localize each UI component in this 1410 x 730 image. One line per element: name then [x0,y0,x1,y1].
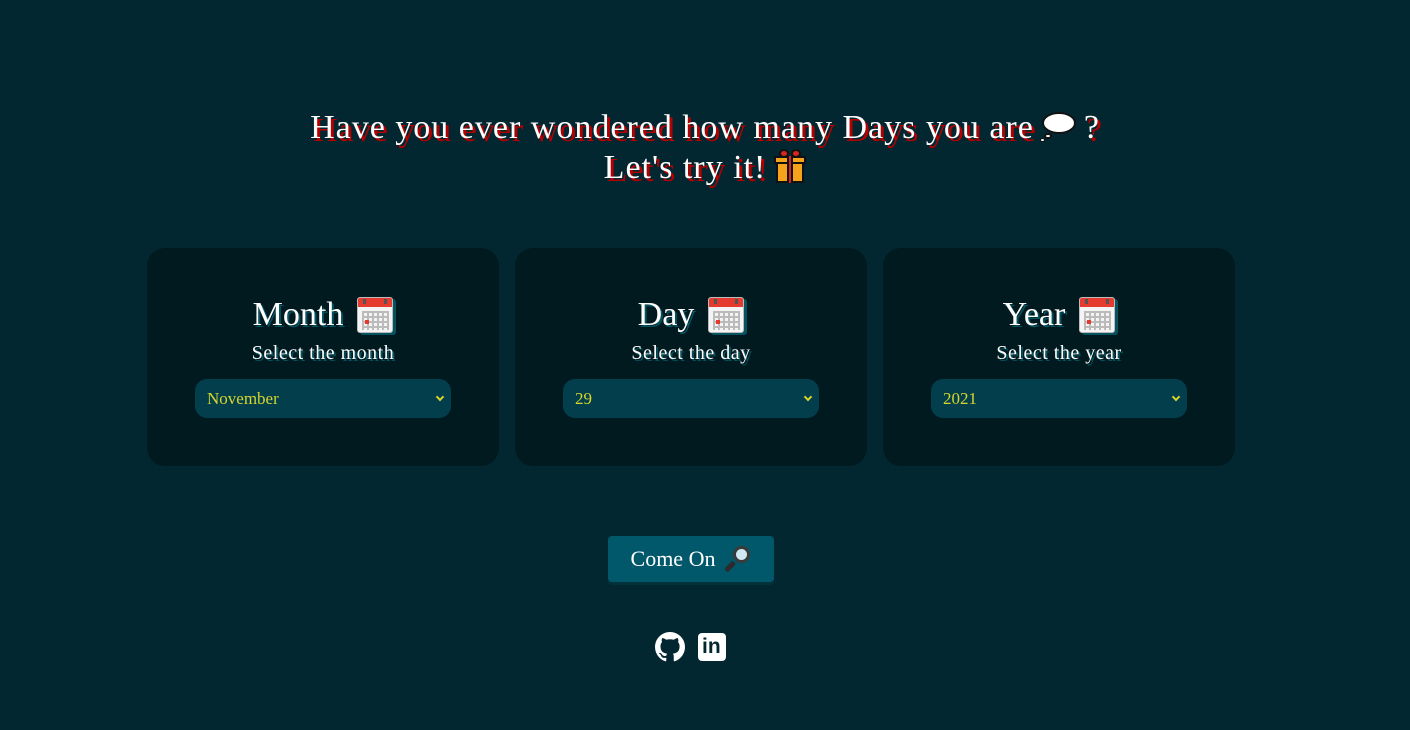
year-select-value: 2021 [943,389,977,408]
page: Have you ever wondered how many Days you… [0,0,1410,730]
heading-question-mark: ? [1083,109,1100,146]
github-icon[interactable] [655,632,685,662]
month-card: Month Select the month November [147,248,499,466]
year-card: Year Select the year 2021 [883,248,1235,466]
page-heading: Have you ever wondered how many Days you… [0,108,1410,188]
day-select-value: 29 [575,389,592,408]
linkedin-glyph: in [702,635,721,658]
heading-line-1: Have you ever wondered how many Days you… [0,108,1410,148]
chevron-down-icon [435,392,445,402]
year-select[interactable]: 2021 [931,379,1187,418]
month-title-text: Month [252,296,344,333]
heading-cta: Let's try it! [603,149,767,186]
month-select[interactable]: November [195,379,451,418]
thought-bubble-icon [1039,112,1078,143]
gift-icon [774,149,807,184]
heading-question: Have you ever wondered how many Days you… [310,109,1034,146]
month-select-value: November [207,389,279,408]
year-title-text: Year [1002,296,1066,333]
magnifying-glass-icon [723,545,751,573]
day-title: Day [515,293,867,337]
year-subtitle: Select the year [996,342,1122,364]
chevron-down-icon [803,392,813,402]
month-title: Month [147,293,499,337]
calendar-icon [708,297,745,333]
come-on-label: Come On [630,546,716,571]
day-select[interactable]: 29 [563,379,819,418]
come-on-button[interactable]: Come On [608,536,774,582]
day-title-text: Day [637,296,695,333]
chevron-down-icon [1171,392,1181,402]
linkedin-icon[interactable]: in [698,633,726,661]
calendar-icon [1079,297,1116,333]
day-card: Day Select the day 29 [515,248,867,466]
day-subtitle: Select the day [631,342,751,364]
year-title: Year [883,293,1235,337]
month-subtitle: Select the month [251,342,395,364]
heading-line-2: Let's try it! [0,148,1410,188]
calendar-icon [357,297,394,333]
